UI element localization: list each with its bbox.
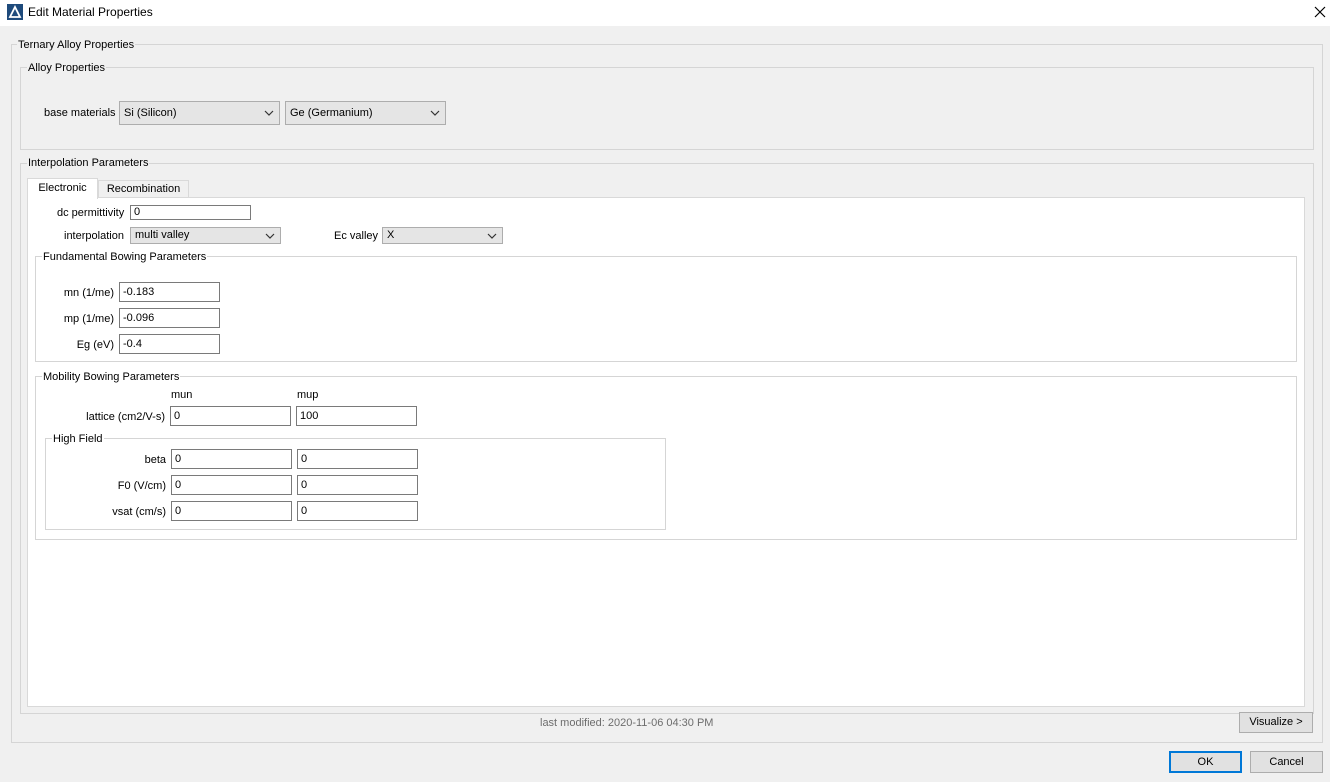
ternary-alloy-legend: Ternary Alloy Properties <box>17 39 136 51</box>
base-material-2-value: Ge (Germanium) <box>290 107 373 119</box>
mn-field[interactable]: -0.183 <box>119 282 220 302</box>
dc-permittivity-field[interactable]: 0 <box>130 205 251 220</box>
chevron-down-icon <box>430 110 440 116</box>
tab-recombination-label: Recombination <box>106 183 181 195</box>
cancel-button[interactable]: Cancel <box>1250 751 1323 773</box>
dc-permittivity-label: dc permittivity <box>57 207 125 219</box>
chevron-down-icon <box>265 233 275 239</box>
tab-recombination[interactable]: Recombination <box>98 180 189 198</box>
fundamental-bowing-legend: Fundamental Bowing Parameters <box>42 251 208 263</box>
last-modified-text: last modified: 2020-11-06 04:30 PM <box>540 717 714 729</box>
lattice-label: lattice (cm2/V-s) <box>86 411 165 423</box>
fundamental-bowing-group <box>35 256 1297 362</box>
mn-label: mn (1/me) <box>63 287 114 299</box>
ec-valley-value: X <box>387 229 395 241</box>
close-icon[interactable] <box>1311 3 1329 21</box>
mun-column-header: mun <box>171 389 193 401</box>
chevron-down-icon <box>264 110 274 116</box>
f0-mup-field[interactable]: 0 <box>297 475 418 495</box>
f0-label: F0 (V/cm) <box>117 480 166 492</box>
base-materials-label: base materials <box>44 107 116 119</box>
tab-electronic[interactable]: Electronic <box>27 178 98 199</box>
base-material-1-value: Si (Silicon) <box>124 107 177 119</box>
alloy-properties-legend: Alloy Properties <box>27 62 107 74</box>
interpolation-label: interpolation <box>64 230 124 242</box>
high-field-legend: High Field <box>52 433 104 445</box>
vsat-mun-field[interactable]: 0 <box>171 501 292 521</box>
vsat-label: vsat (cm/s) <box>112 506 166 518</box>
tab-electronic-label: Electronic <box>38 182 87 194</box>
chevron-down-icon <box>487 233 497 239</box>
app-delta-icon <box>7 4 23 20</box>
f0-mun-field[interactable]: 0 <box>171 475 292 495</box>
interpolation-legend: Interpolation Parameters <box>27 157 150 169</box>
mp-label: mp (1/me) <box>63 313 114 325</box>
title-bar: Edit Material Properties <box>0 0 1330 26</box>
beta-mup-field[interactable]: 0 <box>297 449 418 469</box>
base-material-2-select[interactable]: Ge (Germanium) <box>285 101 446 125</box>
interpolation-value: multi valley <box>135 229 190 241</box>
mp-field[interactable]: -0.096 <box>119 308 220 328</box>
eg-label: Eg (eV) <box>76 339 114 351</box>
window-title: Edit Material Properties <box>28 5 153 19</box>
visualize-button[interactable]: Visualize > <box>1239 712 1313 733</box>
interpolation-select[interactable]: multi valley <box>130 227 281 244</box>
eg-field[interactable]: -0.4 <box>119 334 220 354</box>
beta-label: beta <box>144 454 166 466</box>
vsat-mup-field[interactable]: 0 <box>297 501 418 521</box>
lattice-mup-field[interactable]: 100 <box>296 406 417 426</box>
ok-button[interactable]: OK <box>1169 751 1242 773</box>
lattice-mun-field[interactable]: 0 <box>170 406 291 426</box>
ec-valley-label: Ec valley <box>334 230 379 242</box>
ec-valley-select[interactable]: X <box>382 227 503 244</box>
beta-mun-field[interactable]: 0 <box>171 449 292 469</box>
mup-column-header: mup <box>297 389 319 401</box>
base-material-1-select[interactable]: Si (Silicon) <box>119 101 280 125</box>
mobility-bowing-legend: Mobility Bowing Parameters <box>42 371 181 383</box>
